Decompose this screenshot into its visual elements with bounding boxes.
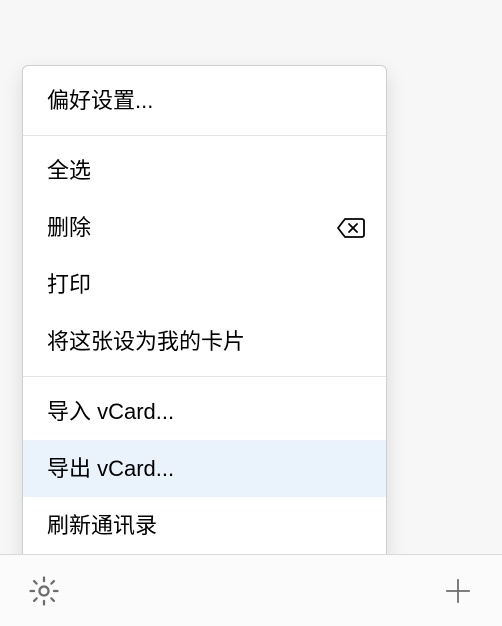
menu-item-label: 将这张设为我的卡片 (47, 325, 366, 358)
menu-import-vcard[interactable]: 导入 vCard... (23, 383, 386, 440)
menu-item-label: 删除 (47, 211, 336, 244)
menu-section-2: 导入 vCard... 导出 vCard... 刷新通讯录 (23, 376, 386, 560)
menu-delete[interactable]: 删除 (23, 199, 386, 256)
menu-item-label: 刷新通讯录 (47, 509, 366, 542)
settings-popup: 偏好设置... 全选 删除 打印 将这张设为我的卡片 导入 vCard... (22, 65, 387, 561)
plus-icon (443, 576, 473, 606)
menu-select-all[interactable]: 全选 (23, 142, 386, 199)
menu-set-my-card[interactable]: 将这张设为我的卡片 (23, 313, 386, 370)
menu-item-label: 全选 (47, 154, 366, 187)
add-button[interactable] (438, 571, 478, 611)
backspace-icon (336, 217, 366, 239)
menu-item-label: 打印 (47, 268, 366, 301)
menu-item-label: 导出 vCard... (47, 452, 366, 485)
menu-section-0: 偏好设置... (23, 66, 386, 135)
gear-icon (27, 574, 61, 608)
menu-print[interactable]: 打印 (23, 256, 386, 313)
menu-refresh-contacts[interactable]: 刷新通讯录 (23, 497, 386, 554)
menu-item-label: 偏好设置... (47, 84, 366, 117)
bottom-toolbar (0, 554, 502, 626)
menu-item-label: 导入 vCard... (47, 395, 366, 428)
settings-button[interactable] (24, 571, 64, 611)
menu-export-vcard[interactable]: 导出 vCard... (23, 440, 386, 497)
menu-preferences[interactable]: 偏好设置... (23, 72, 386, 129)
menu-section-1: 全选 删除 打印 将这张设为我的卡片 (23, 135, 386, 376)
